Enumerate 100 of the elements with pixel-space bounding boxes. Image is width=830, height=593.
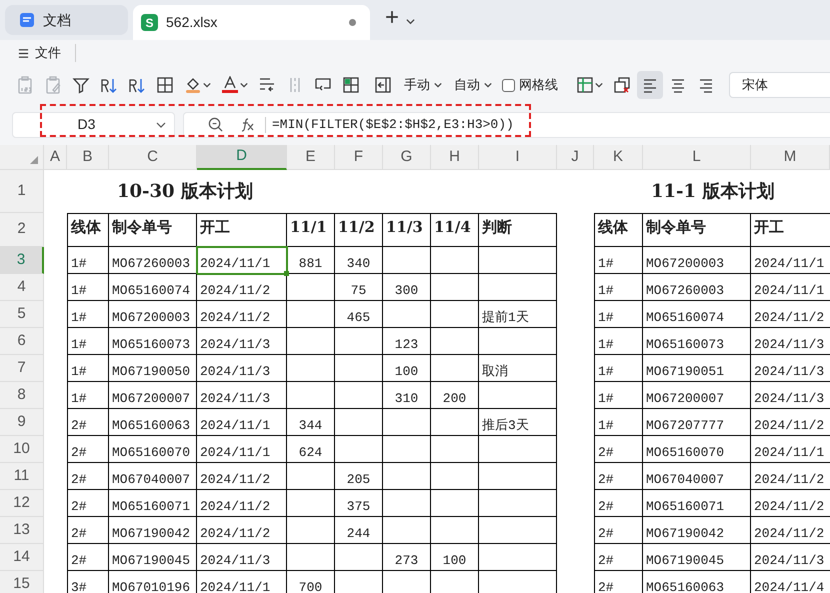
empty-cell [431,436,479,463]
table-cell: MO65160071 [646,499,724,515]
row-header[interactable]: 11 [0,463,44,490]
row-header[interactable]: 2 [0,213,44,247]
tab[interactable]: S 562.xlsx [133,5,370,40]
table-cell: 2# [598,580,614,593]
table-cell: 1# [598,310,614,326]
table-cell: 取消 [482,364,508,380]
table-cell: 244 [346,526,370,542]
row-header[interactable]: 4 [0,274,44,301]
column-header[interactable]: D [197,145,287,170]
column-header[interactable]: L [643,145,751,170]
column-header[interactable]: H [431,145,479,170]
filter-icon [72,76,90,94]
row-header[interactable]: 12 [0,490,44,517]
sheet-title: 11-1 版本计划 [650,180,774,204]
font-name-field[interactable]: 宋体 [729,72,830,98]
table-header-cell-text: 开工 [200,217,230,238]
clear-format-icon [613,76,631,94]
table-cell: 推后3天 [482,418,529,434]
table-cell: 1# [71,364,87,380]
table-cell: 75 [350,283,366,299]
table-cell: 1# [71,310,87,326]
dropdown-button[interactable]: 自动 [450,71,496,99]
chevron-down-icon[interactable] [406,17,416,26]
column-header[interactable]: K [594,145,643,170]
table-cell: 881 [298,256,322,272]
empty-cell [383,436,431,463]
menu-icon [18,48,29,58]
document-icon [19,12,35,28]
new-tab-button[interactable]: + [385,6,400,30]
borders-icon [156,76,174,94]
table-cell: MO65160070 [112,445,190,461]
checkbox-label: 网格线 [519,76,558,94]
table-cell: 2024/11/2 [754,472,824,488]
column-header[interactable]: M [751,145,830,170]
column-header[interactable]: J [557,145,594,170]
column-header[interactable]: C [109,145,197,170]
row-header[interactable]: 8 [0,382,44,409]
table-header-cell-text: 11/1 [290,217,327,238]
table-cell: MO67190045 [112,553,190,569]
row-header[interactable]: 6 [0,328,44,355]
table-cell: 2024/11/3 [200,337,270,353]
table-cell: 2# [598,472,614,488]
column-header[interactable]: F [335,145,383,170]
row-header[interactable]: 9 [0,409,44,436]
table-cell: 205 [346,472,370,488]
row-header[interactable]: 3 [0,247,44,274]
sort-descending-icon [128,76,146,94]
table-cell: 1# [598,418,614,434]
column-header[interactable]: E [287,145,335,170]
table-cell: 2# [598,553,614,569]
row-header[interactable]: 5 [0,301,44,328]
formula-field[interactable]: =MIN(FILTER($E$2:$H$2,E3:H3>0)) [183,112,830,138]
table-cell: MO67040007 [646,472,724,488]
name-box[interactable]: D3 [12,112,175,138]
active-cell[interactable]: 2024/11/1 [197,247,287,274]
row-header[interactable]: 14 [0,544,44,571]
caret-icon [434,81,442,89]
caret-icon [203,81,211,89]
table-cell: 1# [598,364,614,380]
table-cell: 310 [394,391,418,407]
table-cell: 465 [346,310,370,326]
row-header[interactable]: 13 [0,517,44,544]
table-cell: MO65160073 [646,337,724,353]
empty-cell [431,463,479,490]
column-header[interactable]: B [67,145,109,170]
table-cell: MO67040007 [112,472,190,488]
column-header[interactable]: A [44,145,67,170]
fill-handle[interactable] [284,271,289,276]
toolbar-button[interactable] [637,71,663,99]
table-cell: MO67260003 [112,256,190,272]
column-header[interactable]: I [479,145,557,170]
caret-icon [484,81,492,89]
table-cell: 提前1天 [482,310,529,326]
table-cell: 3# [71,580,87,593]
checkbox[interactable] [502,78,515,92]
table-cell: 2# [598,445,614,461]
table-cell: 2024/11/3 [200,391,270,407]
table-cell: 2024/11/4 [754,580,824,593]
table-cell: 375 [346,499,370,515]
table-cell: 2024/11/1 [754,256,824,272]
table-cell: 2024/11/2 [754,526,824,542]
table-header-cell-text: 11/2 [338,217,375,238]
column-header[interactable]: G [383,145,431,170]
dropdown-button[interactable]: 手动 [400,71,446,99]
table-cell: MO67190042 [646,526,724,542]
row-header[interactable]: 15 [0,571,44,593]
tab[interactable]: 文档 [5,5,128,35]
table-cell: MO65160073 [112,337,190,353]
file-menu[interactable]: 文件 [16,43,63,63]
caret-icon [595,81,603,89]
table-header-cell-text: 开工 [754,217,784,238]
table-header-cell-text: 制令单号 [112,217,172,238]
row-header[interactable]: 10 [0,436,44,463]
table-cell: 2024/11/1 [754,283,824,299]
table-cell: 2# [71,499,87,515]
row-header[interactable]: 1 [0,170,44,213]
row-header[interactable]: 7 [0,355,44,382]
table-cell: MO67260003 [646,283,724,299]
